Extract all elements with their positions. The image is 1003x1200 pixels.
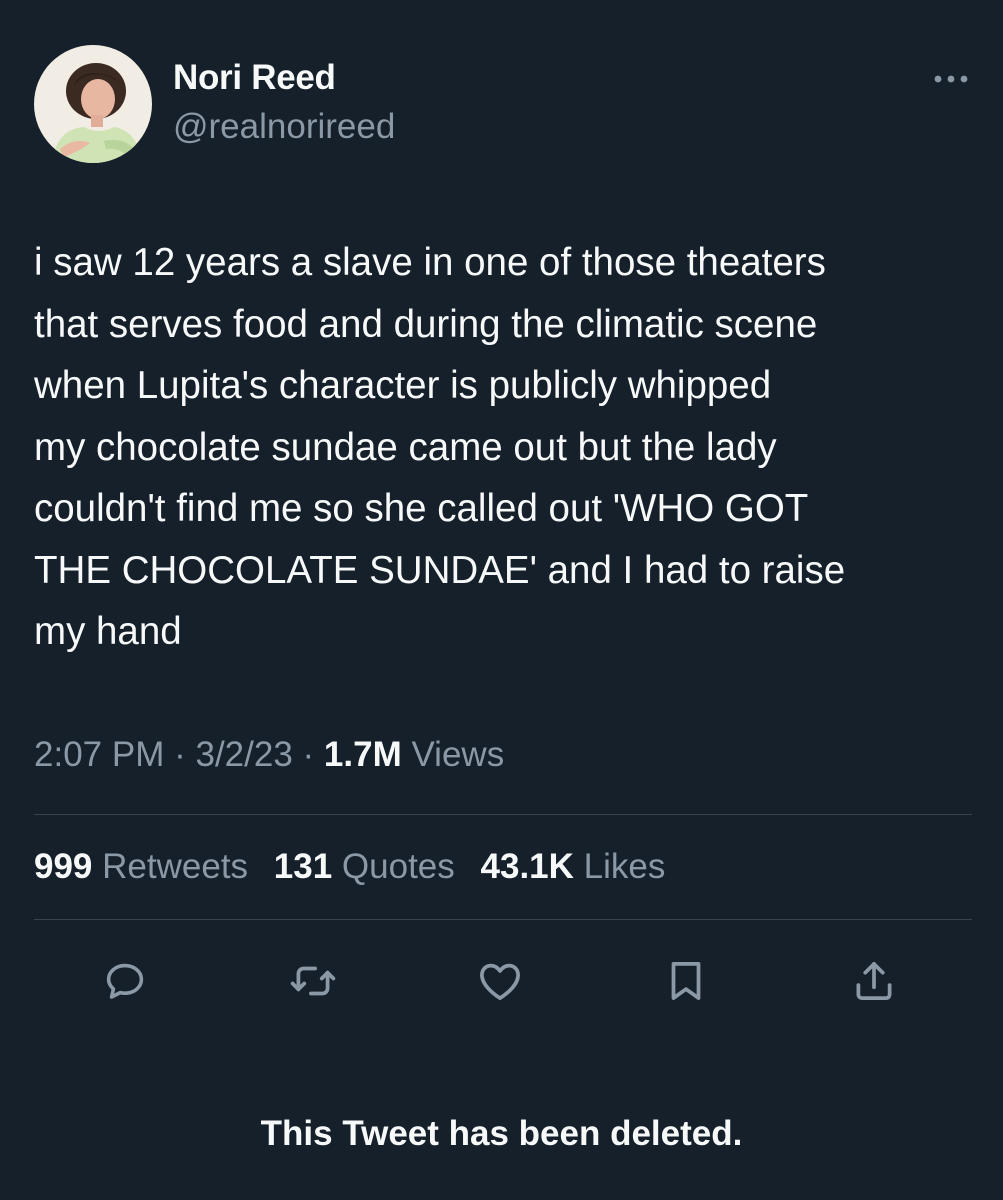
engagement-stats: 999 Retweets 131 Quotes 43.1K Likes [34, 847, 681, 887]
tweet-date[interactable]: 3/2/23 [195, 735, 292, 774]
more-options-icon[interactable] [931, 64, 971, 94]
likes-count: 43.1K [480, 847, 574, 886]
quotes-count: 131 [273, 847, 333, 886]
tweet-text: i saw 12 years a slave in one of those t… [34, 241, 846, 653]
views-label: Views [411, 735, 505, 774]
quotes-label: Quotes [341, 847, 455, 886]
retweets-label: Retweets [102, 847, 249, 886]
quotes-stat[interactable]: 131 Quotes [274, 847, 455, 886]
meta-separator: · [174, 735, 186, 774]
author-handle[interactable]: @realnorireed [173, 107, 395, 147]
bookmark-button[interactable] [660, 955, 712, 1007]
retweets-stat[interactable]: 999 Retweets [34, 847, 248, 886]
bookmark-icon [671, 962, 701, 1000]
retweets-count: 999 [34, 847, 93, 886]
avatar-image [34, 45, 152, 163]
author-display-name[interactable]: Nori Reed [173, 58, 336, 98]
likes-stat[interactable]: 43.1K Likes [481, 847, 666, 886]
deleted-notice: This Tweet has been deleted. [260, 1114, 743, 1153]
reply-icon [106, 963, 144, 999]
like-button[interactable] [474, 955, 526, 1007]
share-button[interactable] [848, 955, 900, 1007]
meta-separator: · [302, 735, 315, 774]
likes-label: Likes [583, 847, 666, 886]
retweet-icon [290, 966, 336, 996]
share-icon [856, 962, 892, 1000]
divider [34, 814, 972, 815]
views-count: 1.7M [323, 735, 402, 774]
retweet-button[interactable] [287, 955, 339, 1007]
reply-button[interactable] [99, 955, 151, 1007]
like-icon [480, 963, 520, 1000]
tweet-time[interactable]: 2:07 PM [34, 735, 164, 774]
avatar[interactable] [34, 45, 152, 163]
tweet-meta: 2:07 PM · 3/2/23 · 1.7M Views [34, 735, 504, 775]
divider [34, 919, 972, 920]
